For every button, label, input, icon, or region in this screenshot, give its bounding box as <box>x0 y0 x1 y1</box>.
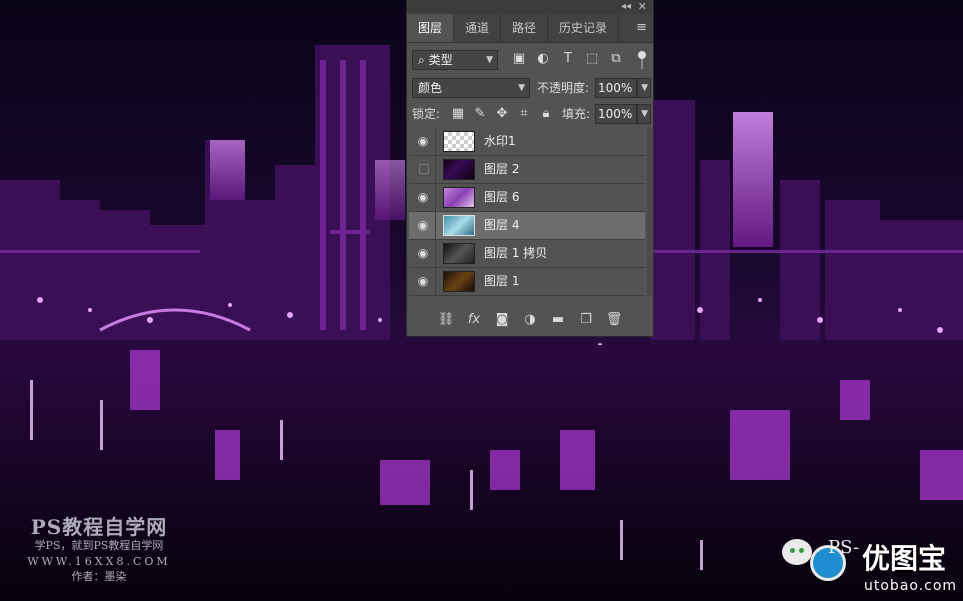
blend-mode-value: 颜色 <box>418 81 443 95</box>
new-group-icon[interactable]: ▬ <box>549 311 567 329</box>
tab-layers[interactable]: 图层 <box>407 14 455 42</box>
layer-row[interactable]: ◉ 图层 1 拷贝 <box>409 240 645 268</box>
layers-list: ◉ 水印1 图层 2 ◉ 图层 6 ◉ 图层 4 ◉ 图层 1 拷贝 ◉ 图层 … <box>409 128 645 296</box>
watermark-author: 作者：墨染 <box>71 570 127 583</box>
tab-history[interactable]: 历史记录 <box>548 14 620 42</box>
adjustment-filter-icon[interactable]: ◐ <box>535 51 551 67</box>
fill-input[interactable]: 100% <box>595 104 637 124</box>
watermark-brand-url: utobao.com <box>864 578 958 594</box>
eye-icon[interactable]: ◉ <box>415 218 431 232</box>
visibility-off-box[interactable] <box>419 164 429 174</box>
watermark-ps-text: PS- <box>828 537 860 558</box>
filter-toggle[interactable] <box>638 51 646 69</box>
new-layer-icon[interactable]: ❐ <box>577 311 595 329</box>
wechat-icon <box>782 539 812 565</box>
fill-label: 填充: <box>562 107 591 121</box>
layer-row[interactable]: ◉ 图层 1 <box>409 268 645 296</box>
link-layers-icon[interactable]: ⛓︎ <box>437 311 455 329</box>
filter-kind-value: 类型 <box>428 53 453 67</box>
type-filter-icon[interactable]: T <box>560 51 576 67</box>
delete-layer-icon[interactable]: 🗑︎ <box>605 311 623 329</box>
layer-thumbnail <box>443 187 475 208</box>
layer-name: 图层 1 <box>484 274 520 288</box>
panel-menu-icon[interactable]: ≡ <box>636 14 647 42</box>
layer-name: 图层 6 <box>484 190 520 204</box>
tab-channels[interactable]: 通道 <box>454 14 502 42</box>
layer-thumbnail <box>443 215 475 236</box>
layers-bottom-toolbar: ⛓︎ fx ◙ ◑ ▬ ❐ 🗑︎ <box>407 304 653 336</box>
chevron-down-icon: ▼ <box>641 83 648 93</box>
lock-position-icon[interactable]: ✥ <box>494 105 510 123</box>
chevron-down-icon: ▼ <box>486 55 493 65</box>
layer-name: 图层 4 <box>484 218 520 232</box>
eye-icon[interactable]: ◉ <box>415 246 431 260</box>
add-mask-icon[interactable]: ◙ <box>493 311 511 329</box>
watermark-brand: 优图宝 <box>862 542 947 575</box>
layer-name: 图层 2 <box>484 162 520 176</box>
layer-thumbnail <box>443 271 475 292</box>
blend-row: 颜色 ▼ 不透明度: 100% ▼ <box>407 76 653 100</box>
opacity-input[interactable]: 100% <box>595 78 637 98</box>
panel-titlebar: ◂◂ ✕ <box>407 0 653 14</box>
watermark-slogan: 学PS，就到PS教程自学网 <box>34 539 164 552</box>
lock-artboard-icon[interactable]: ⌗ <box>516 105 532 123</box>
layer-row[interactable]: ◉ 图层 6 <box>409 184 645 212</box>
blend-mode-select[interactable]: 颜色 ▼ <box>412 78 530 98</box>
chevron-down-icon: ▼ <box>641 109 648 119</box>
layer-thumbnail <box>443 131 475 152</box>
lock-row: 锁定: ▦ ✎ ✥ ⌗ 🔒︎ 填充: 100% ▼ <box>407 102 653 126</box>
collapse-icon[interactable]: ◂◂ <box>621 0 631 14</box>
filter-kind-select[interactable]: ⌕ 类型 ▼ <box>412 50 498 70</box>
lock-image-icon[interactable]: ✎ <box>472 105 488 123</box>
panel-tabs: 图层 通道 路径 历史记录 ≡ <box>407 14 653 43</box>
filter-row: ⌕ 类型 ▼ ▣ ◐ T ⬚ ⧉ <box>407 48 653 72</box>
lock-transparent-icon[interactable]: ▦ <box>450 105 466 123</box>
eye-icon[interactable]: ◉ <box>415 274 431 288</box>
opacity-dropdown[interactable]: ▼ <box>637 78 651 98</box>
watermark-right: PS- 优图宝 utobao.com <box>780 533 963 601</box>
adjustment-layer-icon[interactable]: ◑ <box>521 311 539 329</box>
layer-row[interactable]: 图层 2 <box>409 156 645 184</box>
opacity-label: 不透明度: <box>537 81 590 95</box>
layers-panel: ◂◂ ✕ 图层 通道 路径 历史记录 ≡ ⌕ 类型 ▼ ▣ ◐ T ⬚ ⧉ 颜色… <box>407 0 653 336</box>
fill-dropdown[interactable]: ▼ <box>637 104 651 124</box>
layer-row[interactable]: ◉ 水印1 <box>409 128 645 156</box>
layer-style-icon[interactable]: fx <box>465 311 483 329</box>
layer-thumbnail <box>443 243 475 264</box>
search-icon: ⌕ <box>418 53 425 67</box>
watermark-left: PS教程自学网 学PS，就到PS教程自学网 WWW.16XX8.COM 作者：墨… <box>14 516 184 584</box>
watermark-title: PS教程自学网 <box>30 515 168 539</box>
layer-row-selected[interactable]: ◉ 图层 4 <box>409 212 645 240</box>
layers-scrollbar[interactable] <box>647 128 652 296</box>
layer-name: 图层 1 拷贝 <box>484 246 548 260</box>
watermark-url: WWW.16XX8.COM <box>27 555 171 568</box>
smart-object-filter-icon[interactable]: ⧉ <box>608 51 624 67</box>
image-filter-icon[interactable]: ▣ <box>511 51 527 67</box>
layer-thumbnail <box>443 159 475 180</box>
lock-all-icon[interactable]: 🔒︎ <box>538 105 554 123</box>
shape-filter-icon[interactable]: ⬚ <box>584 51 600 67</box>
close-icon[interactable]: ✕ <box>638 0 647 14</box>
tab-paths[interactable]: 路径 <box>501 14 549 42</box>
eye-icon[interactable]: ◉ <box>415 190 431 204</box>
lock-label: 锁定: <box>412 107 441 121</box>
layer-name: 水印1 <box>484 134 516 148</box>
eye-icon[interactable]: ◉ <box>415 134 431 148</box>
chevron-down-icon: ▼ <box>518 83 525 93</box>
